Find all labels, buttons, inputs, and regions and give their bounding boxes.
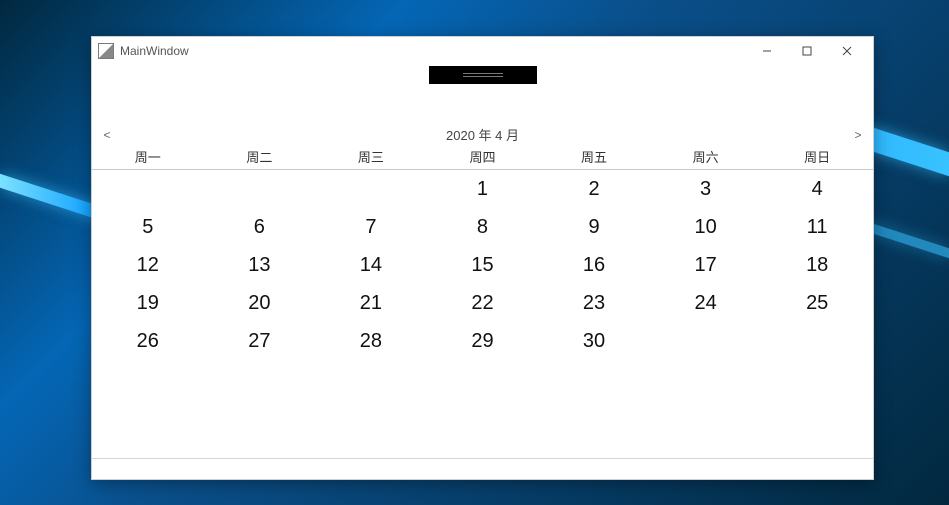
weekday-header: 周三: [315, 144, 427, 170]
day-cell[interactable]: 29: [427, 322, 539, 360]
close-icon: [842, 46, 852, 56]
day-cell[interactable]: [315, 170, 427, 209]
day-cell[interactable]: 15: [427, 246, 539, 284]
next-month-button[interactable]: >: [851, 128, 865, 142]
day-cell[interactable]: 16: [538, 246, 650, 284]
app-icon: [98, 43, 114, 59]
toolbar: [92, 66, 873, 94]
day-cell[interactable]: 18: [761, 246, 873, 284]
day-cell[interactable]: 2: [538, 170, 650, 209]
maximize-icon: [802, 46, 812, 56]
weekday-header: 周二: [204, 144, 316, 170]
day-cell[interactable]: 9: [538, 208, 650, 246]
day-cell[interactable]: 19: [92, 284, 204, 322]
day-cell[interactable]: [650, 322, 762, 360]
day-cell[interactable]: 20: [204, 284, 316, 322]
day-cell[interactable]: 4: [761, 170, 873, 209]
day-cell[interactable]: [761, 322, 873, 360]
day-cell[interactable]: 30: [538, 322, 650, 360]
day-cell[interactable]: 1: [427, 170, 539, 209]
day-cell[interactable]: 24: [650, 284, 762, 322]
day-cell[interactable]: 8: [427, 208, 539, 246]
day-cell[interactable]: 5: [92, 208, 204, 246]
minimize-icon: [762, 46, 772, 56]
weekday-header: 周一: [92, 144, 204, 170]
weekday-header: 周日: [761, 144, 873, 170]
prev-month-button[interactable]: <: [100, 128, 114, 142]
calendar-grid: 周一 周二 周三 周四 周五 周六 周日 1: [92, 144, 873, 360]
close-button[interactable]: [827, 37, 867, 65]
month-label[interactable]: 2020 年 4 月: [114, 125, 851, 144]
day-cell[interactable]: 12: [92, 246, 204, 284]
calendar-widget: < 2020 年 4 月 > 周一 周二 周三 周四 周五 周六 周日: [92, 94, 873, 479]
day-cell[interactable]: 22: [427, 284, 539, 322]
day-cell[interactable]: 27: [204, 322, 316, 360]
window-title: MainWindow: [120, 44, 189, 58]
day-cell[interactable]: 26: [92, 322, 204, 360]
minimize-button[interactable]: [747, 37, 787, 65]
day-cell[interactable]: [92, 170, 204, 209]
day-cell[interactable]: 6: [204, 208, 316, 246]
day-cell[interactable]: [204, 170, 316, 209]
day-cell[interactable]: 25: [761, 284, 873, 322]
day-cell[interactable]: 21: [315, 284, 427, 322]
day-cell[interactable]: 17: [650, 246, 762, 284]
maximize-button[interactable]: [787, 37, 827, 65]
decoration: [0, 174, 100, 220]
day-cell[interactable]: 10: [650, 208, 762, 246]
day-cell[interactable]: 3: [650, 170, 762, 209]
day-cell[interactable]: 13: [204, 246, 316, 284]
day-cell[interactable]: 14: [315, 246, 427, 284]
day-cell[interactable]: 7: [315, 208, 427, 246]
day-cell[interactable]: 28: [315, 322, 427, 360]
weekday-header: 周四: [427, 144, 539, 170]
day-cell[interactable]: 23: [538, 284, 650, 322]
status-bar: [92, 458, 873, 479]
weekday-header: 周六: [650, 144, 762, 170]
title-bar[interactable]: MainWindow: [92, 37, 873, 66]
desktop-background: MainWindow < 2020 年 4 月 >: [0, 0, 949, 505]
main-window: MainWindow < 2020 年 4 月 >: [91, 36, 874, 480]
day-cell[interactable]: 11: [761, 208, 873, 246]
grip-handle[interactable]: [429, 66, 537, 84]
weekday-header: 周五: [538, 144, 650, 170]
